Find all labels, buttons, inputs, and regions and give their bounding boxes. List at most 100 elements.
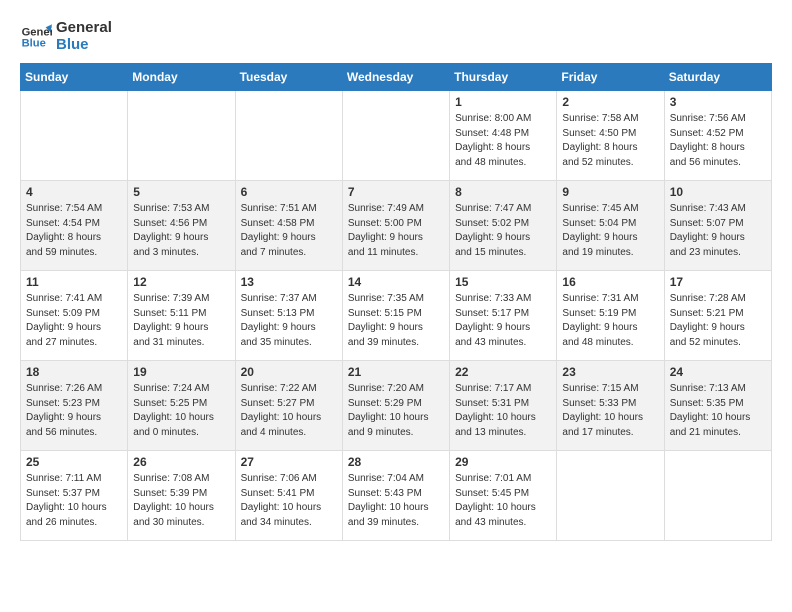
day-cell: 18 Sunrise: 7:26 AM Sunset: 5:23 PM Dayli… — [21, 361, 128, 451]
logo-line2: Blue — [56, 37, 112, 54]
header-cell-friday: Friday — [557, 64, 664, 91]
day-number: 8 — [455, 185, 551, 199]
day-cell: 29Sunrise: 7:01 AM Sunset: 5:45 PM Dayli… — [450, 451, 557, 541]
day-info: Sunrise: 7:45 AM Sunset: 5:04 PM Dayligh… — [562, 202, 658, 260]
day-info: Sunrise: 7:39 AM Sunset: 5:11 PM Dayligh… — [133, 292, 229, 350]
svg-text:Blue: Blue — [22, 37, 46, 49]
day-cell: 28 Sunrise: 7:04 AM Sunset: 5:43 PM Dayli… — [342, 451, 449, 541]
day-info: Sunrise: 7:43 AM Sunset: 5:07 PM Dayligh… — [670, 202, 766, 260]
day-info: Sunrise: 7:41 AM Sunset: 5:09 PM Dayligh… — [26, 292, 122, 350]
day-number: 20 — [241, 365, 337, 379]
day-cell: 25Sunrise: 7:11 AM Sunset: 5:37 PM Dayli… — [21, 451, 128, 541]
day-cell: 13 Sunrise: 7:37 AM Sunset: 5:13 PM Dayli… — [235, 271, 342, 361]
day-number: 28 — [348, 455, 444, 469]
day-cell — [342, 91, 449, 181]
day-info: Sunrise: 7:08 AM Sunset: 5:39 PM Dayligh… — [133, 472, 229, 530]
day-cell: 7 Sunrise: 7:49 AM Sunset: 5:00 PM Daylig… — [342, 181, 449, 271]
header-cell-sunday: Sunday — [21, 64, 128, 91]
week-row-1: 1 Sunrise: 8:00 AM Sunset: 4:48 PM Daylig… — [21, 91, 772, 181]
day-info: Sunrise: 7:04 AM Sunset: 5:43 PM Dayligh… — [348, 472, 444, 530]
day-number: 15 — [455, 275, 551, 289]
day-info: Sunrise: 7:33 AM Sunset: 5:17 PM Dayligh… — [455, 292, 551, 350]
day-number: 1 — [455, 95, 551, 109]
day-info: Sunrise: 7:35 AM Sunset: 5:15 PM Dayligh… — [348, 292, 444, 350]
header-row: SundayMondayTuesdayWednesdayThursdayFrid… — [21, 64, 772, 91]
day-info: Sunrise: 7:58 AM Sunset: 4:50 PM Dayligh… — [562, 112, 658, 170]
day-info: Sunrise: 7:53 AM Sunset: 4:56 PM Dayligh… — [133, 202, 229, 260]
day-info: Sunrise: 8:00 AM Sunset: 4:48 PM Dayligh… — [455, 112, 551, 170]
day-cell: 20 Sunrise: 7:22 AM Sunset: 5:27 PM Dayli… — [235, 361, 342, 451]
logo-line1: General — [56, 20, 112, 37]
day-cell: 1 Sunrise: 8:00 AM Sunset: 4:48 PM Daylig… — [450, 91, 557, 181]
day-number: 10 — [670, 185, 766, 199]
day-info: Sunrise: 7:06 AM Sunset: 5:41 PM Dayligh… — [241, 472, 337, 530]
day-number: 3 — [670, 95, 766, 109]
day-number: 6 — [241, 185, 337, 199]
day-number: 25 — [26, 455, 122, 469]
day-cell — [664, 451, 771, 541]
day-info: Sunrise: 7:15 AM Sunset: 5:33 PM Dayligh… — [562, 382, 658, 440]
day-number: 12 — [133, 275, 229, 289]
day-number: 26 — [133, 455, 229, 469]
day-cell: 26 Sunrise: 7:08 AM Sunset: 5:39 PM Dayli… — [128, 451, 235, 541]
day-cell: 27 Sunrise: 7:06 AM Sunset: 5:41 PM Dayli… — [235, 451, 342, 541]
day-cell: 6 Sunrise: 7:51 AM Sunset: 4:58 PM Daylig… — [235, 181, 342, 271]
day-number: 19 — [133, 365, 229, 379]
day-number: 7 — [348, 185, 444, 199]
week-row-3: 11 Sunrise: 7:41 AM Sunset: 5:09 PM Dayli… — [21, 271, 772, 361]
day-number: 21 — [348, 365, 444, 379]
logo-icon: General Blue — [20, 21, 52, 53]
day-number: 18 — [26, 365, 122, 379]
day-info: Sunrise: 7:56 AM Sunset: 4:52 PM Dayligh… — [670, 112, 766, 170]
day-cell: 10 Sunrise: 7:43 AM Sunset: 5:07 PM Dayli… — [664, 181, 771, 271]
day-cell: 3 Sunrise: 7:56 AM Sunset: 4:52 PM Daylig… — [664, 91, 771, 181]
day-cell: 22Sunrise: 7:17 AM Sunset: 5:31 PM Dayli… — [450, 361, 557, 451]
day-cell: 2 Sunrise: 7:58 AM Sunset: 4:50 PM Daylig… — [557, 91, 664, 181]
day-cell: 24 Sunrise: 7:13 AM Sunset: 5:35 PM Dayli… — [664, 361, 771, 451]
day-cell: 9 Sunrise: 7:45 AM Sunset: 5:04 PM Daylig… — [557, 181, 664, 271]
day-number: 17 — [670, 275, 766, 289]
day-info: Sunrise: 7:24 AM Sunset: 5:25 PM Dayligh… — [133, 382, 229, 440]
day-info: Sunrise: 7:49 AM Sunset: 5:00 PM Dayligh… — [348, 202, 444, 260]
day-info: Sunrise: 7:22 AM Sunset: 5:27 PM Dayligh… — [241, 382, 337, 440]
header: General Blue General Blue — [20, 20, 772, 53]
day-info: Sunrise: 7:13 AM Sunset: 5:35 PM Dayligh… — [670, 382, 766, 440]
day-info: Sunrise: 7:54 AM Sunset: 4:54 PM Dayligh… — [26, 202, 122, 260]
header-cell-monday: Monday — [128, 64, 235, 91]
day-number: 9 — [562, 185, 658, 199]
day-cell: 19 Sunrise: 7:24 AM Sunset: 5:25 PM Dayli… — [128, 361, 235, 451]
day-cell: 23Sunrise: 7:15 AM Sunset: 5:33 PM Dayli… — [557, 361, 664, 451]
day-cell: 8 Sunrise: 7:47 AM Sunset: 5:02 PM Daylig… — [450, 181, 557, 271]
week-row-2: 4 Sunrise: 7:54 AM Sunset: 4:54 PM Daylig… — [21, 181, 772, 271]
day-info: Sunrise: 7:26 AM Sunset: 5:23 PM Dayligh… — [26, 382, 122, 440]
week-row-5: 25Sunrise: 7:11 AM Sunset: 5:37 PM Dayli… — [21, 451, 772, 541]
day-cell — [21, 91, 128, 181]
day-number: 16 — [562, 275, 658, 289]
day-number: 27 — [241, 455, 337, 469]
day-number: 13 — [241, 275, 337, 289]
day-number: 11 — [26, 275, 122, 289]
header-cell-tuesday: Tuesday — [235, 64, 342, 91]
day-info: Sunrise: 7:37 AM Sunset: 5:13 PM Dayligh… — [241, 292, 337, 350]
day-info: Sunrise: 7:47 AM Sunset: 5:02 PM Dayligh… — [455, 202, 551, 260]
day-number: 24 — [670, 365, 766, 379]
day-info: Sunrise: 7:28 AM Sunset: 5:21 PM Dayligh… — [670, 292, 766, 350]
day-number: 22 — [455, 365, 551, 379]
day-info: Sunrise: 7:20 AM Sunset: 5:29 PM Dayligh… — [348, 382, 444, 440]
day-cell: 17 Sunrise: 7:28 AM Sunset: 5:21 PM Dayli… — [664, 271, 771, 361]
day-cell: 21 Sunrise: 7:20 AM Sunset: 5:29 PM Dayli… — [342, 361, 449, 451]
day-info: Sunrise: 7:51 AM Sunset: 4:58 PM Dayligh… — [241, 202, 337, 260]
header-cell-wednesday: Wednesday — [342, 64, 449, 91]
day-cell: 4 Sunrise: 7:54 AM Sunset: 4:54 PM Daylig… — [21, 181, 128, 271]
day-cell: 11 Sunrise: 7:41 AM Sunset: 5:09 PM Dayli… — [21, 271, 128, 361]
day-cell: 12 Sunrise: 7:39 AM Sunset: 5:11 PM Dayli… — [128, 271, 235, 361]
header-cell-saturday: Saturday — [664, 64, 771, 91]
day-cell: 14Sunrise: 7:35 AM Sunset: 5:15 PM Dayli… — [342, 271, 449, 361]
logo: General Blue General Blue — [20, 20, 112, 53]
day-number: 2 — [562, 95, 658, 109]
day-number: 4 — [26, 185, 122, 199]
day-cell — [235, 91, 342, 181]
header-cell-thursday: Thursday — [450, 64, 557, 91]
calendar-table: SundayMondayTuesdayWednesdayThursdayFrid… — [20, 63, 772, 541]
day-number: 29 — [455, 455, 551, 469]
